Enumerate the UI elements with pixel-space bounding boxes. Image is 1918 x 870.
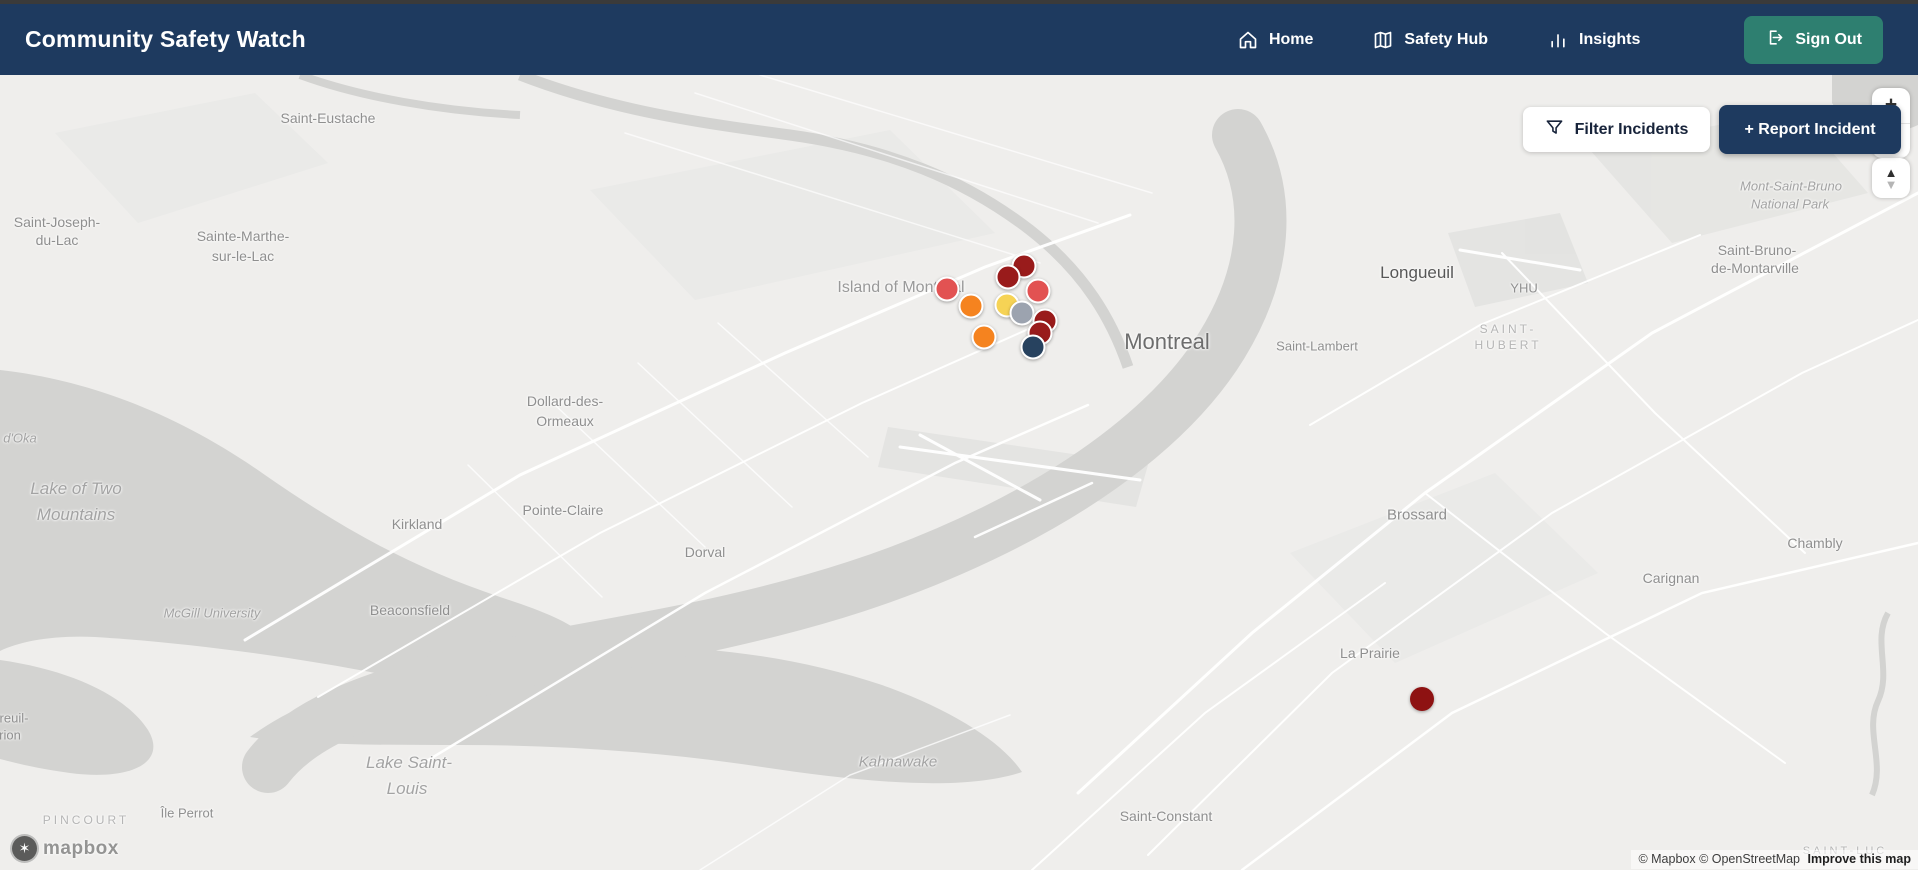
filter-incidents-button[interactable]: Filter Incidents [1523, 107, 1710, 152]
home-icon [1238, 30, 1258, 50]
improve-map-link[interactable]: Improve this map [1808, 852, 1912, 866]
mapbox-wordmark: mapbox [43, 837, 119, 859]
incident-marker[interactable] [971, 324, 997, 350]
nav-item-label: Insights [1579, 30, 1641, 48]
mapbox-logo[interactable]: ✶ mapbox [10, 834, 119, 863]
nav-item-home[interactable]: Home [1238, 30, 1313, 50]
map-markers-layer [0, 75, 1918, 870]
incident-marker[interactable] [1020, 334, 1046, 360]
incident-marker[interactable] [1025, 278, 1051, 304]
sign-out-button[interactable]: Sign Out [1744, 15, 1883, 64]
nav-item-label: Safety Hub [1404, 30, 1488, 48]
incident-marker[interactable] [1410, 687, 1434, 711]
filter-incidents-label: Filter Incidents [1574, 120, 1689, 138]
incident-marker[interactable] [958, 293, 984, 319]
report-incident-button[interactable]: + Report Incident [1719, 105, 1901, 154]
attribution-text[interactable]: © Mapbox © OpenStreetMap [1638, 852, 1800, 866]
incident-marker[interactable] [995, 264, 1021, 290]
map-container[interactable]: Saint-Eustache Saint-Joseph-du-Lac Sainte-… [0, 75, 1918, 870]
mapbox-logo-icon: ✶ [10, 834, 39, 863]
incident-marker[interactable] [934, 276, 960, 302]
nav-item-safety-hub[interactable]: Safety Hub [1373, 30, 1488, 50]
report-incident-label: + Report Incident [1744, 120, 1876, 138]
funnel-icon [1545, 118, 1564, 142]
nav-item-label: Home [1268, 30, 1314, 48]
map-pitch-control[interactable]: ▲ ▼ [1872, 158, 1910, 198]
main-nav: Home Safety Hub Insights Sign Out [1238, 15, 1883, 64]
map-attribution: © Mapbox © OpenStreetMap Improve this ma… [1631, 850, 1918, 869]
app-title: Community Safety Watch [25, 26, 306, 52]
log-out-icon [1765, 28, 1784, 52]
app-header: Community Safety Watch Home Safety Hub I… [0, 4, 1918, 75]
sign-out-label: Sign Out [1795, 30, 1862, 48]
map-icon [1373, 30, 1393, 50]
incident-marker[interactable] [1009, 300, 1035, 326]
bar-chart-icon [1548, 30, 1568, 50]
nav-item-insights[interactable]: Insights [1548, 30, 1640, 50]
pitch-down-icon: ▼ [1884, 177, 1898, 192]
